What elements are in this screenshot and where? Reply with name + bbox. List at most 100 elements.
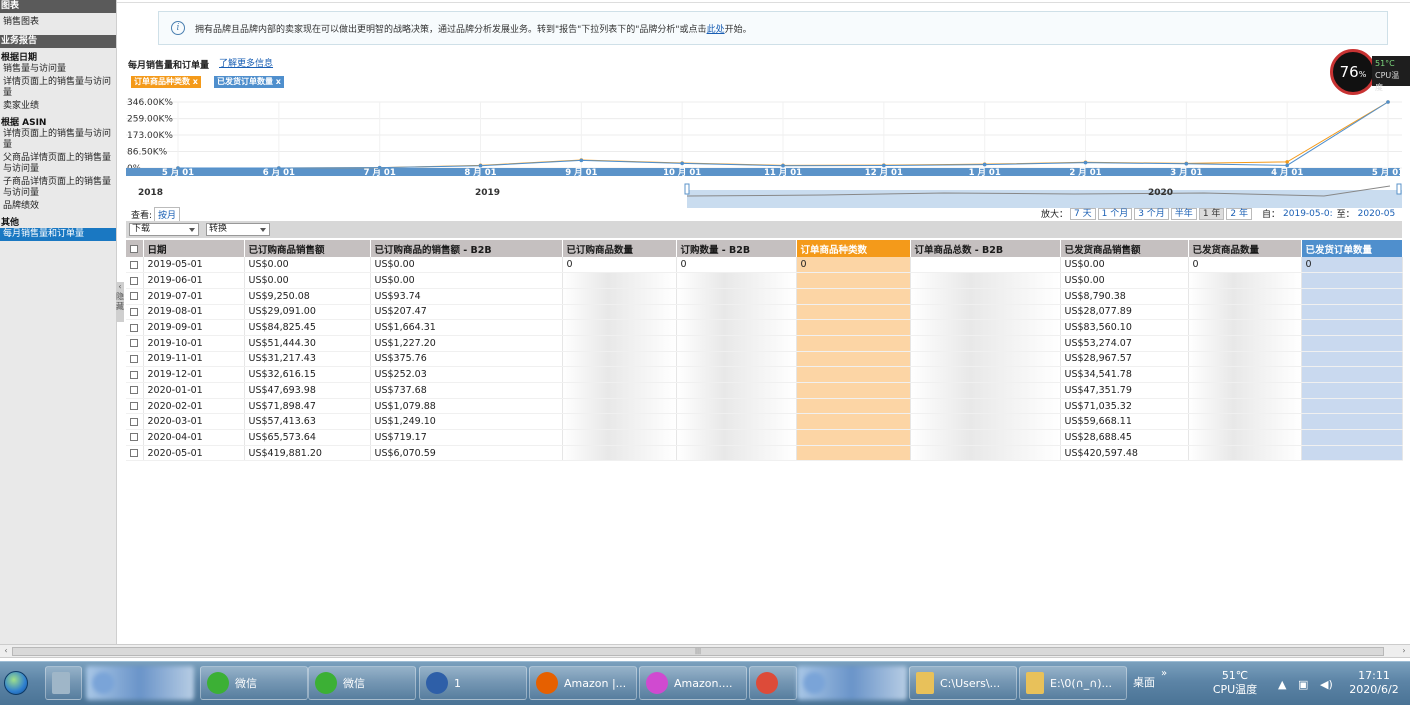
desktop-toolbar[interactable]: 桌面 xyxy=(1133,674,1155,690)
taskbar-item[interactable] xyxy=(86,666,194,700)
table-cell xyxy=(910,272,1061,289)
navigator-selection[interactable] xyxy=(687,190,1402,208)
sidebar-item-child-asin[interactable]: 子商品详情页面上的销售量与访问量 xyxy=(0,176,116,200)
zoom-1m-button[interactable]: 1 个月 xyxy=(1097,207,1133,220)
row-checkbox[interactable] xyxy=(126,335,144,352)
table-cell: US$0.00 xyxy=(244,272,371,289)
data-point[interactable] xyxy=(781,163,785,168)
taskbar-item[interactable]: 1 xyxy=(419,666,527,700)
data-point[interactable] xyxy=(882,163,886,168)
show-hidden-icons-icon[interactable]: ▲ xyxy=(1278,678,1286,691)
data-point[interactable] xyxy=(478,163,483,168)
data-point[interactable] xyxy=(680,161,684,166)
taskbar-item[interactable] xyxy=(749,666,797,700)
scrollbar-thumb[interactable]: ||| xyxy=(12,647,1384,656)
column-header[interactable]: 订单商品种类数 xyxy=(796,240,911,257)
row-checkbox[interactable] xyxy=(126,304,144,321)
data-point[interactable] xyxy=(1184,162,1189,166)
convert-select[interactable]: 转换 xyxy=(206,223,270,236)
chip-shipped-orders[interactable]: 已发货订单数量 x xyxy=(214,76,284,88)
table-cell xyxy=(676,413,797,431)
view-monthly-button[interactable]: 按月 xyxy=(154,207,181,222)
column-header[interactable]: 已订购商品的销售额 - B2B xyxy=(370,240,563,257)
taskbar-item[interactable] xyxy=(797,666,907,700)
column-header[interactable]: 已发货订单数量 xyxy=(1301,240,1403,257)
row-checkbox[interactable] xyxy=(126,366,144,383)
sidebar-item-parent-asin[interactable]: 父商品详情页面上的销售量与访问量 xyxy=(0,152,116,176)
taskbar-item[interactable]: E:\0(∩_∩)... xyxy=(1019,666,1127,700)
row-checkbox[interactable] xyxy=(126,382,144,399)
data-point[interactable] xyxy=(1386,100,1390,104)
sidebar-item-detail-page-sales[interactable]: 详情页面上的销售量与访问量 xyxy=(0,76,116,100)
table-cell: US$420,597.48 xyxy=(1060,445,1189,462)
calculator-icon xyxy=(52,672,70,694)
zoom-7d-button[interactable]: 7 天 xyxy=(1070,207,1096,220)
clock[interactable]: 17:11 2020/6/2 xyxy=(1343,669,1405,697)
data-point[interactable] xyxy=(1285,160,1289,164)
row-checkbox[interactable] xyxy=(126,319,144,336)
horizontal-scrollbar[interactable]: ‹ ||| › xyxy=(0,644,1410,658)
chevron-right-icon[interactable]: » xyxy=(1161,668,1167,679)
to-date-input[interactable]: 2020-05 xyxy=(1358,209,1396,219)
data-point[interactable] xyxy=(1083,160,1088,165)
zoom-3m-button[interactable]: 3 个月 xyxy=(1134,207,1169,220)
sidebar-item-brand-performance[interactable]: 品牌绩效 xyxy=(0,200,116,213)
sidebar-item-monthly-sales-orders[interactable]: 每月销售量和订单量 xyxy=(0,228,116,241)
select-all-checkbox[interactable] xyxy=(126,240,144,257)
volume-icon[interactable]: ◀) xyxy=(1320,678,1333,691)
scroll-right-icon[interactable]: › xyxy=(1399,646,1409,657)
info-tail: 开始。 xyxy=(724,24,752,35)
taskbar-item[interactable]: 微信 xyxy=(200,666,308,700)
zoom-1y-button[interactable]: 1 年 xyxy=(1198,207,1225,220)
row-checkbox[interactable] xyxy=(126,272,144,289)
scroll-left-icon[interactable]: ‹ xyxy=(1,646,11,657)
navigator-handle-left[interactable] xyxy=(684,183,690,195)
row-checkbox[interactable] xyxy=(126,257,144,274)
sidebar-collapse-handle[interactable]: ‹ 隐藏 xyxy=(116,282,124,322)
data-point[interactable] xyxy=(579,158,584,163)
table-cell xyxy=(562,445,677,462)
taskbar-item[interactable] xyxy=(45,666,82,700)
row-checkbox[interactable] xyxy=(126,445,144,462)
sidebar-item-sales-traffic[interactable]: 销售量与访问量 xyxy=(0,63,116,76)
column-header[interactable]: 订单商品总数 - B2B xyxy=(910,240,1061,257)
chip-ordered-item-types[interactable]: 订单商品种类数 x xyxy=(131,76,201,88)
taskbar-item[interactable]: C:\Users\... xyxy=(909,666,1017,700)
table-cell xyxy=(1301,288,1403,305)
taskbar-item[interactable]: Amazon.... xyxy=(639,666,747,700)
data-point[interactable] xyxy=(1285,163,1289,168)
data-point[interactable] xyxy=(377,165,382,170)
row-checkbox[interactable] xyxy=(126,398,144,415)
row-checkbox[interactable] xyxy=(126,288,144,305)
taskbar-item[interactable]: 微信 xyxy=(308,666,416,700)
row-checkbox[interactable] xyxy=(126,351,144,368)
system-tray: 51℃ CPU温度 ▲ ▣ ◀) 17:11 2020/6/2 xyxy=(1198,663,1410,703)
column-header[interactable]: 已发货商品数量 xyxy=(1188,240,1302,257)
start-button[interactable] xyxy=(1,664,30,702)
row-checkbox[interactable] xyxy=(126,429,144,446)
navigator-handle-right[interactable] xyxy=(1396,183,1402,195)
taskbar-item[interactable]: Amazon |... xyxy=(529,666,637,700)
data-point[interactable] xyxy=(176,166,180,170)
data-point[interactable] xyxy=(982,162,987,167)
sidebar-item-sales-chart[interactable]: 销售图表 xyxy=(0,16,116,29)
column-header[interactable]: 已订购商品销售额 xyxy=(244,240,371,257)
zoom-6m-button[interactable]: 半年 xyxy=(1170,207,1197,220)
row-checkbox[interactable] xyxy=(126,413,144,431)
firefox-icon xyxy=(536,672,558,694)
sidebar-item-seller-performance[interactable]: 卖家业绩 xyxy=(0,100,116,113)
info-link[interactable]: 此处 xyxy=(707,22,725,35)
column-header[interactable]: 日期 xyxy=(143,240,245,257)
from-date-input[interactable]: 2019-05-0: xyxy=(1283,209,1333,219)
column-header[interactable]: 已订购商品数量 xyxy=(562,240,677,257)
taskbar-item-label: E:\0(∩_∩)... xyxy=(1050,676,1113,690)
sidebar-item-asin-detail-page[interactable]: 详情页面上的销售量与访问量 xyxy=(0,128,116,152)
data-point[interactable] xyxy=(277,166,281,170)
column-header[interactable]: 订购数量 - B2B xyxy=(676,240,797,257)
table-cell: US$93.74 xyxy=(370,288,563,305)
column-header[interactable]: 已发货商品销售额 xyxy=(1060,240,1189,257)
download-select[interactable]: 下载 xyxy=(129,223,199,236)
learn-more-link[interactable]: 了解更多信息 xyxy=(219,56,273,69)
zoom-2y-button[interactable]: 2 年 xyxy=(1226,207,1252,220)
network-icon[interactable]: ▣ xyxy=(1298,678,1308,691)
